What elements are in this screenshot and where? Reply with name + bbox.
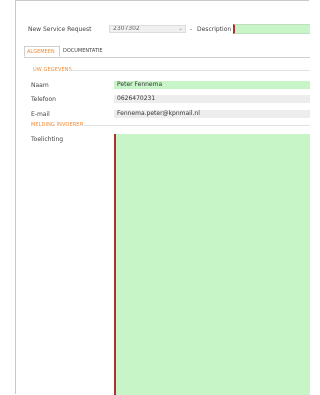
description-input[interactable] (233, 24, 310, 34)
description-label: Description (197, 26, 232, 33)
naam-field[interactable]: Peter Fennema (114, 81, 310, 89)
request-number-select[interactable]: 2307302 ⌄ (109, 25, 186, 33)
tab-documentatie-label: DOCUMENTATIE (63, 48, 103, 54)
request-number-value: 2307302 (113, 25, 140, 32)
email-field[interactable]: Fennema.peter@kpnmail.nl (114, 110, 310, 118)
naam-value: Peter Fennema (117, 81, 163, 88)
toelichting-textarea[interactable] (114, 134, 310, 395)
email-label: E-mail (31, 111, 50, 118)
request-label: New Service Request (28, 26, 92, 33)
section-rule (79, 125, 310, 126)
service-request-panel: New Service Request 2307302 ⌄ - Descript… (15, 0, 310, 395)
tab-algemeen-label: ALGEMEEN (27, 49, 55, 55)
telefoon-label: Telefoon (31, 96, 56, 103)
telefoon-field[interactable]: 0626470231 (114, 95, 310, 103)
toelichting-label: Toelichting (31, 136, 64, 143)
telefoon-value: 0626470231 (117, 95, 156, 102)
tab-documentatie[interactable]: DOCUMENTATIE (61, 46, 111, 57)
email-value: Fennema.peter@kpnmail.nl (117, 110, 200, 117)
naam-label: Naam (31, 82, 49, 89)
section-rule (70, 70, 310, 71)
header-separator: - (190, 26, 193, 33)
chevron-down-icon: ⌄ (177, 25, 183, 32)
section-uw-gegevens: UW GEGEVENS (33, 67, 72, 73)
tab-divider (24, 57, 310, 58)
section-melding-invoeren: MELDING INVOEREN (31, 122, 84, 128)
tab-algemeen[interactable]: ALGEMEEN (24, 46, 60, 57)
